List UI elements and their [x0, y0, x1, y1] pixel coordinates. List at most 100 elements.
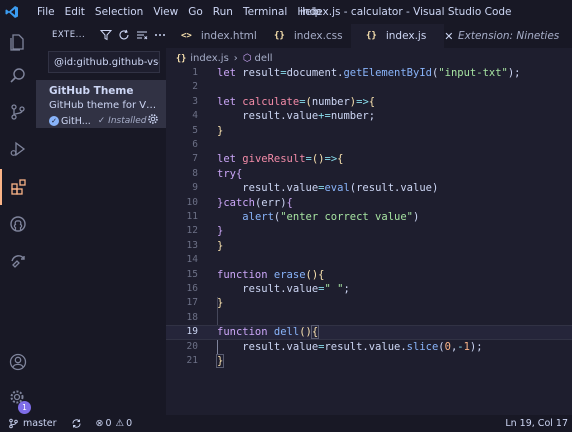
clear-results-icon[interactable] — [133, 26, 151, 44]
code-line: 3 let calculate=(number)=>{ — [166, 95, 572, 109]
tab-index-js[interactable]: {} index.js ✕ — [351, 24, 454, 48]
line-content: alert("enter correct value") — [242, 211, 420, 223]
manage-gear-icon[interactable]: 1 — [0, 380, 36, 416]
refresh-icon[interactable] — [115, 26, 133, 44]
vscode-logo-icon — [0, 0, 24, 24]
code-line: 12} — [166, 224, 572, 238]
activity-bar: 1 — [0, 24, 36, 415]
extension-search-input[interactable] — [48, 51, 160, 73]
menu-edit[interactable]: Edit — [60, 0, 90, 24]
code-line: 2 — [166, 80, 572, 94]
line-number: 21 — [186, 355, 198, 366]
menu-bar: File Edit Selection View Go Run Terminal… — [32, 0, 326, 24]
js-file-icon: {} — [176, 53, 187, 64]
line-number: 6 — [192, 139, 198, 150]
line-number: 11 — [186, 211, 198, 222]
code-line: 13} — [166, 239, 572, 253]
code-line: 10}catch(err){ — [166, 196, 572, 210]
breadcrumb-file[interactable]: index.js — [190, 53, 229, 64]
warning-count: 0 — [126, 418, 133, 429]
sidebar-header: EXTE... — [36, 24, 166, 46]
code-editor[interactable]: 1 let result=document.getElementById("inp… — [166, 66, 572, 415]
chevron-right-icon: › — [233, 53, 238, 64]
code-line: 9 result.value=eval(result.value) — [166, 181, 572, 195]
code-line: 6 — [166, 138, 572, 152]
git-branch-icon — [9, 418, 18, 429]
code-line: 11 alert("enter correct value") — [166, 210, 572, 224]
line-number: 15 — [186, 268, 198, 280]
line-content: } — [217, 297, 224, 310]
error-count: 0 — [105, 418, 112, 429]
menu-view[interactable]: View — [148, 0, 183, 24]
line-number: 2 — [192, 81, 198, 93]
menu-run[interactable]: Run — [208, 0, 238, 24]
title-bar: File Edit Selection View Go Run Terminal… — [0, 0, 572, 24]
menu-terminal[interactable]: Terminal — [238, 0, 292, 24]
line-content: let calculate=(number)=>{ — [217, 95, 376, 108]
code-line: 21} — [166, 354, 572, 368]
tab-extension-nineties[interactable]: Extension: Nineties — [444, 24, 572, 48]
code-line: 4 result.value+=number; — [166, 109, 572, 123]
remote-icon[interactable] — [0, 242, 36, 278]
explorer-icon[interactable] — [0, 24, 36, 60]
menu-file[interactable]: File — [32, 0, 60, 24]
breadcrumb: {} index.js › ⬡ dell — [176, 51, 273, 66]
css-file-icon: {} — [274, 31, 285, 41]
account-icon[interactable] — [0, 344, 36, 380]
cursor-position[interactable]: Ln 19, Col 17 — [505, 415, 568, 432]
extension-list-item[interactable]: GitHub Theme GitHub theme for VS C... ✓ … — [36, 80, 166, 128]
tab-index-html[interactable]: <> index.html — [166, 24, 259, 48]
editor-tabs: <> index.html {} index.css {} index.js ✕… — [166, 24, 572, 48]
code-line: 8 try{ — [166, 167, 572, 181]
code-line: 5} — [166, 124, 572, 138]
html-file-icon: <> — [181, 31, 192, 41]
problems-status[interactable]: ⊗ 0 ⚠ 0 — [96, 418, 133, 429]
branch-status[interactable]: master — [8, 418, 57, 429]
code-line: 14 — [166, 253, 572, 267]
sync-icon[interactable] — [71, 418, 82, 429]
warning-icon: ⚠ — [115, 418, 125, 429]
run-debug-icon[interactable] — [0, 131, 36, 167]
sidebar-title: EXTE... — [52, 30, 86, 40]
code-line: 20 result.value=result.value.slice(0,-1)… — [166, 340, 572, 354]
extension-publisher: GitH... — [61, 115, 91, 127]
method-cube-icon: ⬡ — [242, 53, 252, 64]
menu-selection[interactable]: Selection — [90, 0, 148, 24]
extensions-icon[interactable] — [0, 169, 36, 205]
line-number: 8 — [192, 167, 198, 179]
line-number: 18 — [186, 311, 198, 323]
line-content: } — [217, 225, 224, 238]
branch-name: master — [23, 418, 57, 429]
code-line: 1 let result=document.getElementById("inp… — [166, 66, 572, 80]
line-content: function dell(){ — [217, 325, 320, 340]
installed-label: Installed — [108, 116, 147, 126]
filter-icon[interactable] — [97, 26, 115, 44]
line-number: 20 — [186, 340, 198, 352]
line-number: 3 — [192, 95, 198, 107]
line-content: result.value=eval(result.value) — [242, 182, 439, 195]
tab-label: Extension: Nineties — [458, 30, 560, 42]
tab-index-css[interactable]: {} index.css — [259, 24, 351, 48]
extension-settings-gear-icon[interactable] — [146, 112, 160, 126]
menu-go[interactable]: Go — [183, 0, 208, 24]
line-content: result.value=result.value.slice(0,-1); — [242, 340, 483, 353]
error-icon: ⊗ — [95, 418, 104, 429]
line-content: let giveResult=()=>{ — [217, 153, 344, 166]
line-content: } — [215, 354, 225, 368]
code-line: 16 result.value=" "; — [166, 282, 572, 296]
code-line: 17} — [166, 296, 572, 310]
line-content: } — [217, 124, 224, 137]
js-file-icon: {} — [366, 31, 377, 41]
github-icon[interactable] — [0, 206, 36, 242]
line-content: }catch(err){ — [217, 196, 293, 209]
tab-label: index.js — [385, 30, 427, 42]
line-number: 7 — [192, 153, 198, 165]
source-control-icon[interactable] — [0, 94, 36, 130]
tab-label: index.css — [293, 30, 343, 42]
breadcrumb-symbol[interactable]: dell — [255, 53, 273, 64]
line-number: 4 — [192, 110, 198, 122]
extension-name: GitHub Theme — [49, 85, 134, 97]
sidebar-toolbar — [97, 26, 169, 44]
search-icon[interactable] — [0, 58, 36, 94]
code-line: 7 let giveResult=()=>{ — [166, 152, 572, 166]
